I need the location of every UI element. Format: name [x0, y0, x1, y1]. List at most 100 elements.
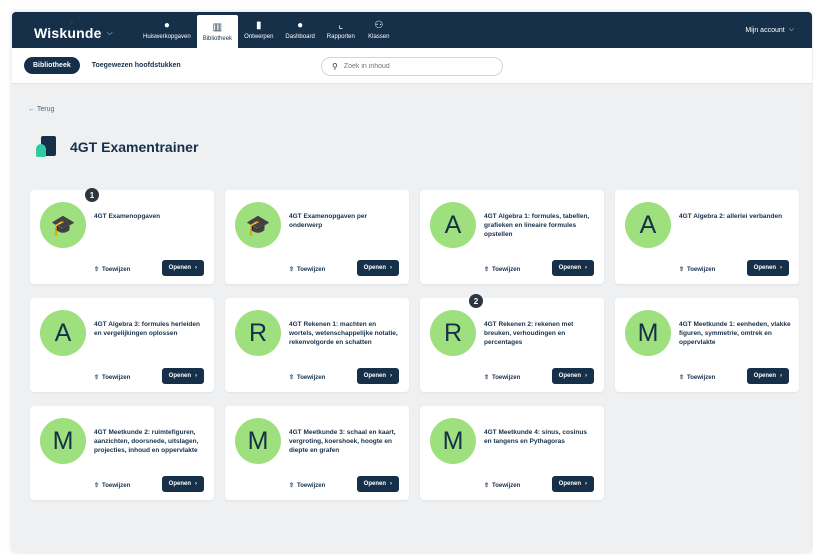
- chevron-right-icon: ›: [585, 373, 587, 379]
- chapter-card: A 4GT Algebra 1: formules, tabellen, gra…: [420, 190, 604, 284]
- assign-button[interactable]: ⇧ Toewijzen: [679, 374, 715, 382]
- chevron-right-icon: ›: [390, 481, 392, 487]
- open-label: Openen: [363, 373, 386, 379]
- share-icon: ⇧: [289, 267, 295, 273]
- assign-button[interactable]: ⇧ Toewijzen: [484, 266, 520, 274]
- share-icon: ⇧: [94, 267, 100, 273]
- assign-button[interactable]: ⇧ Toewijzen: [484, 482, 520, 490]
- share-icon: ⇧: [289, 375, 295, 381]
- chevron-right-icon: ›: [780, 373, 782, 379]
- letter-avatar: M: [40, 418, 86, 464]
- open-button[interactable]: Openen ›: [746, 260, 789, 276]
- tab-rapporten[interactable]: ⌞ Rapporten: [321, 12, 361, 48]
- letter-avatar: A: [40, 310, 86, 356]
- brand-subtitle: ...: [70, 19, 74, 24]
- tab-ontwerpen[interactable]: ▮ Ontwerpen: [238, 12, 279, 48]
- open-button[interactable]: Openen ›: [356, 368, 399, 384]
- card-title: 4GT Rekenen 2: rekenen met breuken, verh…: [484, 321, 574, 346]
- assign-label: Toewijzen: [687, 266, 716, 273]
- open-button[interactable]: Openen ›: [161, 260, 204, 276]
- open-button[interactable]: Openen ›: [551, 260, 594, 276]
- sub-navigation: Bibliotheek Toegewezen hoofdstukken ⚲: [12, 48, 812, 84]
- assign-button[interactable]: ⇧ Toewijzen: [289, 482, 326, 490]
- open-label: Openen: [363, 481, 386, 487]
- chevron-right-icon: ›: [195, 265, 197, 271]
- chapter-card: 🎓 4GT Examenopgaven ⇧ Toewijzen Openen ›: [30, 190, 214, 284]
- assign-button[interactable]: ⇧ Toewijzen: [289, 266, 326, 274]
- assign-label: Toewijzen: [297, 482, 326, 489]
- chapter-card: R 4GT Rekenen 2: rekenen met breuken, ve…: [420, 298, 604, 392]
- share-icon: ⇧: [484, 483, 490, 489]
- subject-switcher[interactable]: ... Wiskunde ⌵: [12, 12, 137, 48]
- app-window: ... Wiskunde ⌵ ● Huiswerkopgaven ▥ Bibli…: [12, 12, 812, 552]
- letter-avatar: M: [235, 418, 281, 464]
- search-box[interactable]: ⚲: [321, 57, 503, 76]
- course-book-icon: [36, 136, 56, 158]
- chapter-card: M 4GT Meetkunde 4: sinus, cosinus en tan…: [420, 406, 604, 500]
- open-label: Openen: [558, 265, 581, 271]
- callout-badge-2: 2: [469, 294, 483, 308]
- tab-bibliotheek[interactable]: ▥ Bibliotheek: [196, 15, 239, 48]
- open-button[interactable]: Openen ›: [161, 368, 204, 384]
- graduate-owl-icon: 🎓: [40, 202, 86, 248]
- card-title: 4GT Meetkunde 3: schaal en kaart, vergro…: [289, 429, 396, 454]
- letter-avatar: A: [430, 202, 476, 248]
- search-icon: ⚲: [332, 62, 338, 71]
- chevron-right-icon: ›: [585, 481, 587, 487]
- chapter-card: A 4GT Algebra 2: allerlei verbanden ⇧ Toe…: [615, 190, 799, 284]
- assign-label: Toewijzen: [297, 266, 326, 273]
- share-icon: ⇧: [94, 375, 100, 381]
- back-link[interactable]: ← Terug: [28, 106, 54, 113]
- chevron-right-icon: ›: [195, 373, 197, 379]
- assign-button[interactable]: ⇧ Toewijzen: [94, 374, 130, 382]
- account-menu[interactable]: Mijn account ⌵: [745, 12, 794, 48]
- chapter-card: M 4GT Meetkunde 3: schaal en kaart, verg…: [225, 406, 409, 500]
- letter-avatar: A: [625, 202, 671, 248]
- open-button[interactable]: Openen ›: [161, 476, 204, 492]
- assign-button[interactable]: ⇧ Toewijzen: [289, 374, 325, 382]
- share-icon: ⇧: [679, 267, 685, 273]
- card-title: 4GT Meetkunde 2: ruimtefiguren, aanzicht…: [94, 429, 199, 454]
- share-icon: ⇧: [94, 483, 100, 489]
- chart-icon: ⌞: [338, 20, 344, 31]
- open-label: Openen: [753, 373, 776, 379]
- card-title: 4GT Examenopgaven per onderwerp: [289, 213, 368, 229]
- chevron-right-icon: ›: [390, 265, 392, 271]
- assign-button[interactable]: ⇧ Toewijzen: [94, 482, 130, 490]
- open-button[interactable]: Openen ›: [551, 368, 594, 384]
- tab-label: Dashboard: [285, 34, 315, 40]
- arrow-left-icon: ←: [28, 106, 35, 113]
- chevron-down-icon: ⌵: [788, 26, 794, 33]
- assigned-chapters-tab[interactable]: Toegewezen hoofdstukken: [92, 62, 181, 69]
- tab-klassen[interactable]: ⚇ Klassen: [361, 12, 397, 48]
- page-title: 4GT Examentrainer: [70, 139, 199, 155]
- assign-label: Toewijzen: [492, 374, 521, 381]
- chapter-card: 🎓 4GT Examenopgaven per onderwerp ⇧ Toewi…: [225, 190, 409, 284]
- card-title: 4GT Algebra 1: formules, tabellen, grafi…: [484, 213, 590, 238]
- graduate-owl-icon: 🎓: [235, 202, 281, 248]
- open-button[interactable]: Openen ›: [746, 368, 789, 384]
- search-input[interactable]: [343, 63, 484, 70]
- open-button[interactable]: Openen ›: [551, 476, 594, 492]
- chevron-right-icon: ›: [585, 265, 587, 271]
- tab-label: Klassen: [368, 34, 390, 40]
- tab-dashboard[interactable]: ● Dashboard: [279, 12, 320, 48]
- assign-button[interactable]: ⇧ Toewijzen: [484, 374, 521, 382]
- assign-button[interactable]: ⇧ Toewijzen: [679, 266, 716, 274]
- card-title: 4GT Examenopgaven: [94, 213, 161, 220]
- chevron-right-icon: ›: [195, 481, 197, 487]
- open-button[interactable]: Openen ›: [356, 476, 399, 492]
- letter-avatar: M: [625, 310, 671, 356]
- assign-label: Toewijzen: [102, 266, 131, 273]
- library-pill[interactable]: Bibliotheek: [24, 57, 80, 74]
- assign-button[interactable]: ⇧ Toewijzen: [94, 266, 131, 274]
- back-label: Terug: [36, 106, 55, 113]
- dashboard-icon: ●: [297, 20, 304, 31]
- card-title: 4GT Algebra 2: allerlei verbanden: [679, 213, 783, 220]
- chapter-card: A 4GT Algebra 3: formules herleiden en v…: [30, 298, 214, 392]
- open-button[interactable]: Openen ›: [356, 260, 399, 276]
- tab-huiswerkopgaven[interactable]: ● Huiswerkopgaven: [137, 12, 197, 48]
- info-icon: ●: [163, 20, 170, 31]
- open-label: Openen: [168, 265, 191, 271]
- chapter-card: M 4GT Meetkunde 2: ruimtefiguren, aanzic…: [30, 406, 214, 500]
